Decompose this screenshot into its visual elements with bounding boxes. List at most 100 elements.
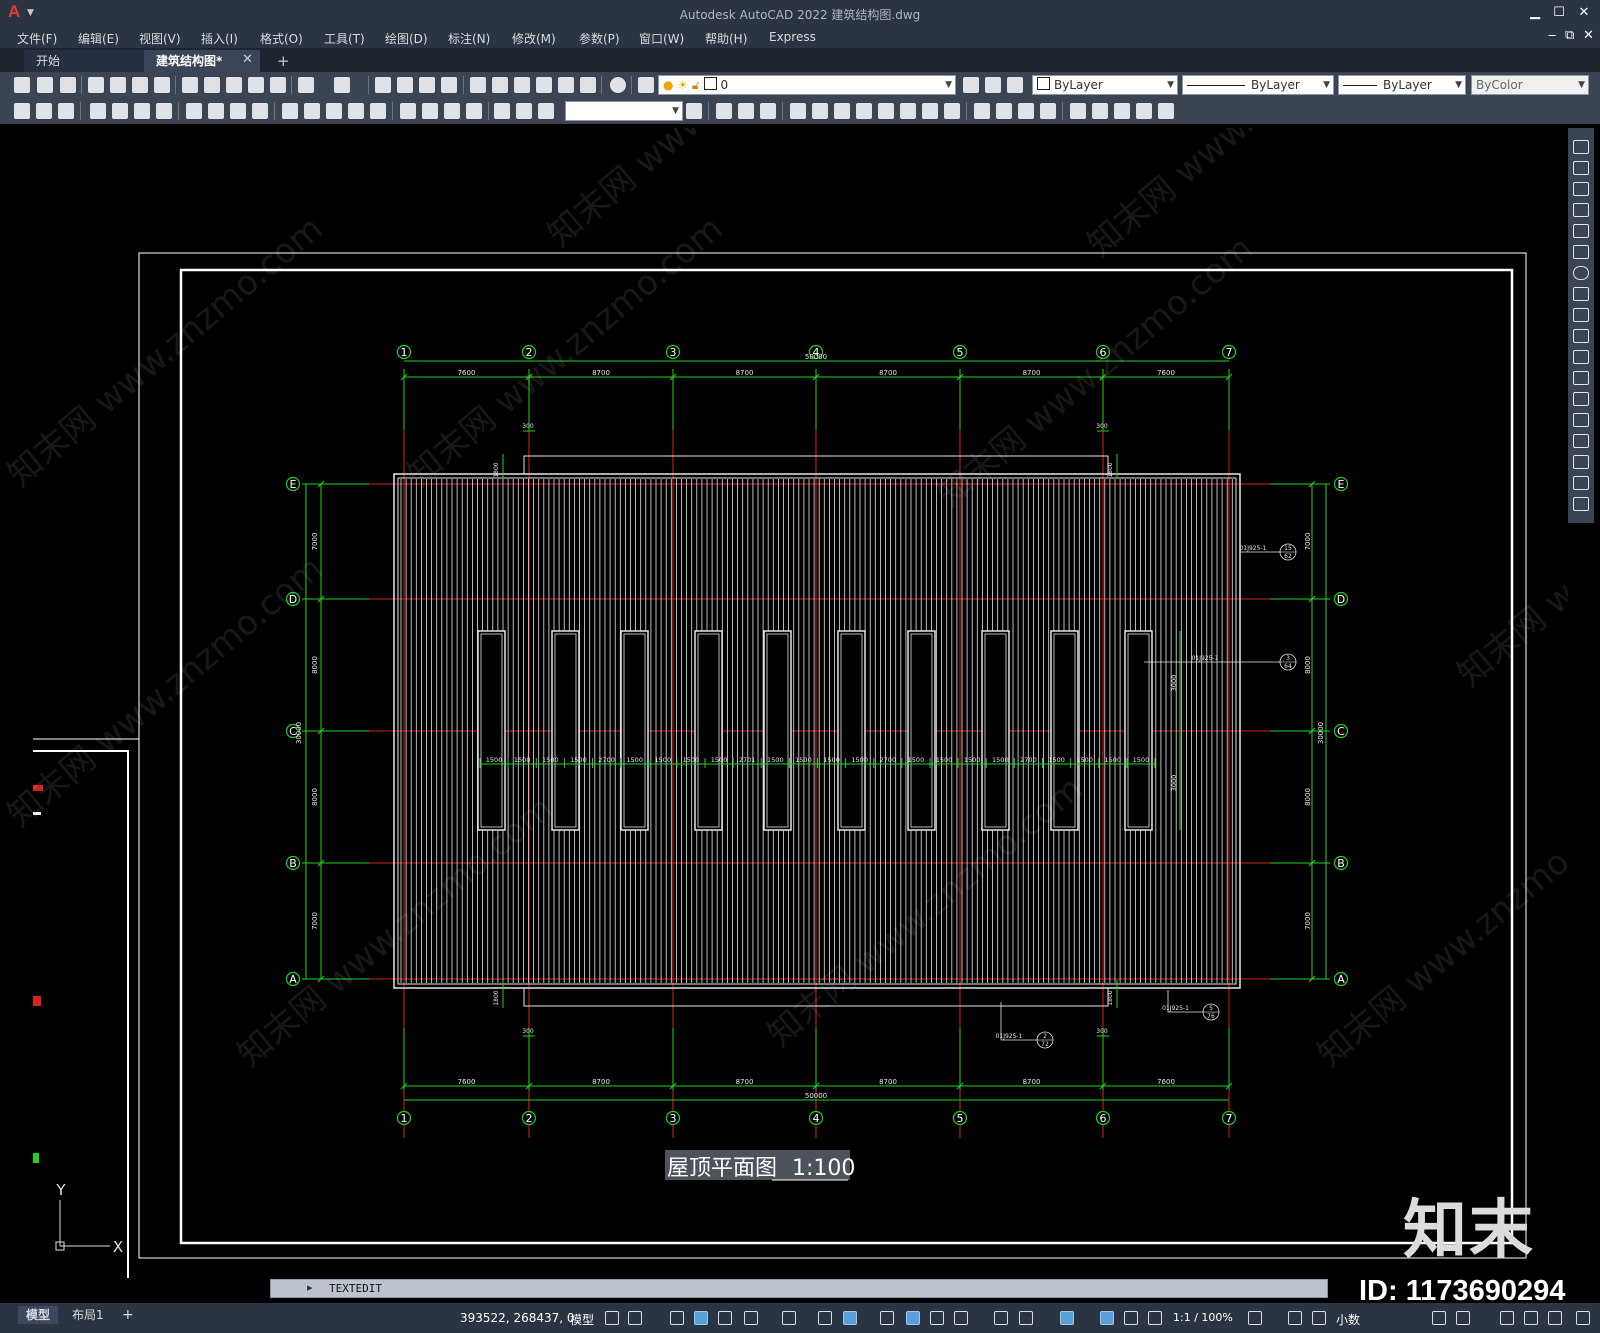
menu-insert[interactable]: 插入(I) [201,30,238,47]
autocad-logo-icon[interactable]: A [8,3,20,21]
dimension-space-icon[interactable] [348,103,364,119]
menu-help[interactable]: 帮助(H) [705,30,747,47]
pan-icon[interactable] [375,77,391,93]
shell-icon[interactable] [1158,103,1174,119]
sweep-icon[interactable] [834,103,850,119]
undo-icon[interactable] [298,77,314,93]
polar-tracking-icon[interactable] [744,1311,758,1325]
snap-icon[interactable] [628,1311,642,1325]
subtract-icon[interactable] [996,103,1012,119]
customization-icon[interactable] [1576,1311,1590,1325]
ortho-icon[interactable] [718,1311,732,1325]
revolve-icon[interactable] [856,103,872,119]
zoom-previous-icon[interactable] [441,77,457,93]
layer-previous-icon[interactable] [985,77,1001,93]
transparency-icon[interactable] [906,1311,920,1325]
separate-icon[interactable] [1136,103,1152,119]
layer-isolate-icon[interactable] [14,103,30,119]
object-snap-tracking-icon[interactable] [818,1311,832,1325]
color-dropdown[interactable]: ByLayer ▼ [1032,75,1178,95]
hardware-acceleration-icon[interactable] [1524,1311,1538,1325]
slice-icon[interactable] [1070,103,1086,119]
add-layout-button[interactable]: + [114,1306,142,1324]
jogged-linear-icon[interactable] [466,103,482,119]
move-icon[interactable] [1573,245,1589,259]
arc-length-icon[interactable] [134,103,150,119]
radius-dimension-icon[interactable] [186,103,202,119]
tab-start[interactable]: 开始 [24,50,144,72]
isolate-objects-icon[interactable] [1500,1311,1514,1325]
angular-dimension-icon[interactable] [252,103,268,119]
units-value[interactable]: 小数 [1336,1311,1360,1328]
object-snap-icon[interactable] [843,1311,857,1325]
clean-screen-icon[interactable] [1548,1311,1562,1325]
diameter-dimension-icon[interactable] [230,103,246,119]
offset-icon[interactable] [1573,203,1589,217]
dimension-update-icon[interactable] [538,103,554,119]
menu-dimension[interactable]: 标注(N) [448,30,490,47]
doc-restore-button[interactable]: ⧉ [1565,28,1574,43]
layer-dropdown[interactable]: ● ☀ 🔓︎ 0 ▼ [658,75,956,95]
gizmo-icon[interactable] [1060,1311,1074,1325]
mirror-icon[interactable] [1573,182,1589,196]
chamfer-icon[interactable] [1573,434,1589,448]
zoom-realtime-icon[interactable] [397,77,413,93]
block-editor-icon[interactable] [270,77,286,93]
menu-view[interactable]: 视图(V) [139,30,181,47]
plot-style-dropdown[interactable]: ByColor ▼ [1471,75,1589,95]
quick-properties-icon[interactable] [1432,1311,1446,1325]
cut-icon[interactable] [182,77,198,93]
drawing-title[interactable]: 屋顶平面图 [667,1156,777,1181]
new-file-icon[interactable] [14,77,30,93]
explode-icon[interactable] [1573,497,1589,511]
wedge-icon[interactable] [738,103,754,119]
minimize-button[interactable]: ▁ [1525,5,1545,21]
make-current-layer-icon[interactable] [963,77,979,93]
menu-edit[interactable]: 编辑(E) [78,30,119,47]
calculator-icon[interactable] [580,77,596,93]
tool-palettes-icon[interactable] [514,77,530,93]
menu-file[interactable]: 文件(F) [17,30,57,47]
dimension-style-dropdown[interactable]: ▼ [565,101,683,121]
tab-model[interactable]: 模型 [18,1306,59,1324]
auto-scale-icon[interactable] [1124,1311,1138,1325]
isometric-icon[interactable] [782,1311,796,1325]
lock-ui-icon[interactable] [1456,1311,1470,1325]
lineweight-dropdown[interactable]: ByLayer ▼ [1338,75,1466,95]
tab-layout1[interactable]: 布局1 [64,1306,112,1324]
extend-icon[interactable] [1573,350,1589,364]
dimension-style-icon[interactable] [686,103,702,119]
paste-icon[interactable] [226,77,242,93]
units-icon[interactable] [1312,1311,1326,1325]
break-icon[interactable] [1573,392,1589,406]
command-line[interactable]: ▸ TEXTEDIT [270,1279,1328,1298]
blend-curves-icon[interactable] [1573,476,1589,490]
copy-object-icon[interactable] [1573,161,1589,175]
linetype-dropdown[interactable]: ByLayer ▼ [1182,75,1334,95]
close-window-button[interactable]: ✕ [1574,5,1594,21]
cone-icon[interactable] [760,103,776,119]
extrude-icon[interactable] [790,103,806,119]
layer-states-icon[interactable] [1007,77,1023,93]
aligned-dimension-icon[interactable] [112,103,128,119]
dynamic-input-icon[interactable] [694,1311,708,1325]
imprint-icon[interactable] [1114,103,1130,119]
break-at-point-icon[interactable] [1573,371,1589,385]
presspull-icon[interactable] [812,103,828,119]
menu-parametric[interactable]: 参数(P) [579,30,620,47]
properties-icon[interactable] [470,77,486,93]
dimension-break-icon[interactable] [370,103,386,119]
menu-format[interactable]: 格式(O) [260,30,303,47]
box-icon[interactable] [716,103,732,119]
ordinate-dimension-icon[interactable] [156,103,172,119]
sheet-set-icon[interactable] [536,77,552,93]
jogged-dimension-icon[interactable] [208,103,224,119]
rotate-icon[interactable] [1573,266,1589,280]
annotation-scale-icon[interactable] [1148,1311,1162,1325]
app-menu-caret-icon[interactable]: ▼ [27,8,34,18]
intersect-icon[interactable] [1018,103,1034,119]
quick-dimension-icon[interactable] [282,103,298,119]
model-space-toggle[interactable]: 模型 [570,1311,594,1328]
center-mark-icon[interactable] [422,103,438,119]
planar-surface-icon[interactable] [922,103,938,119]
